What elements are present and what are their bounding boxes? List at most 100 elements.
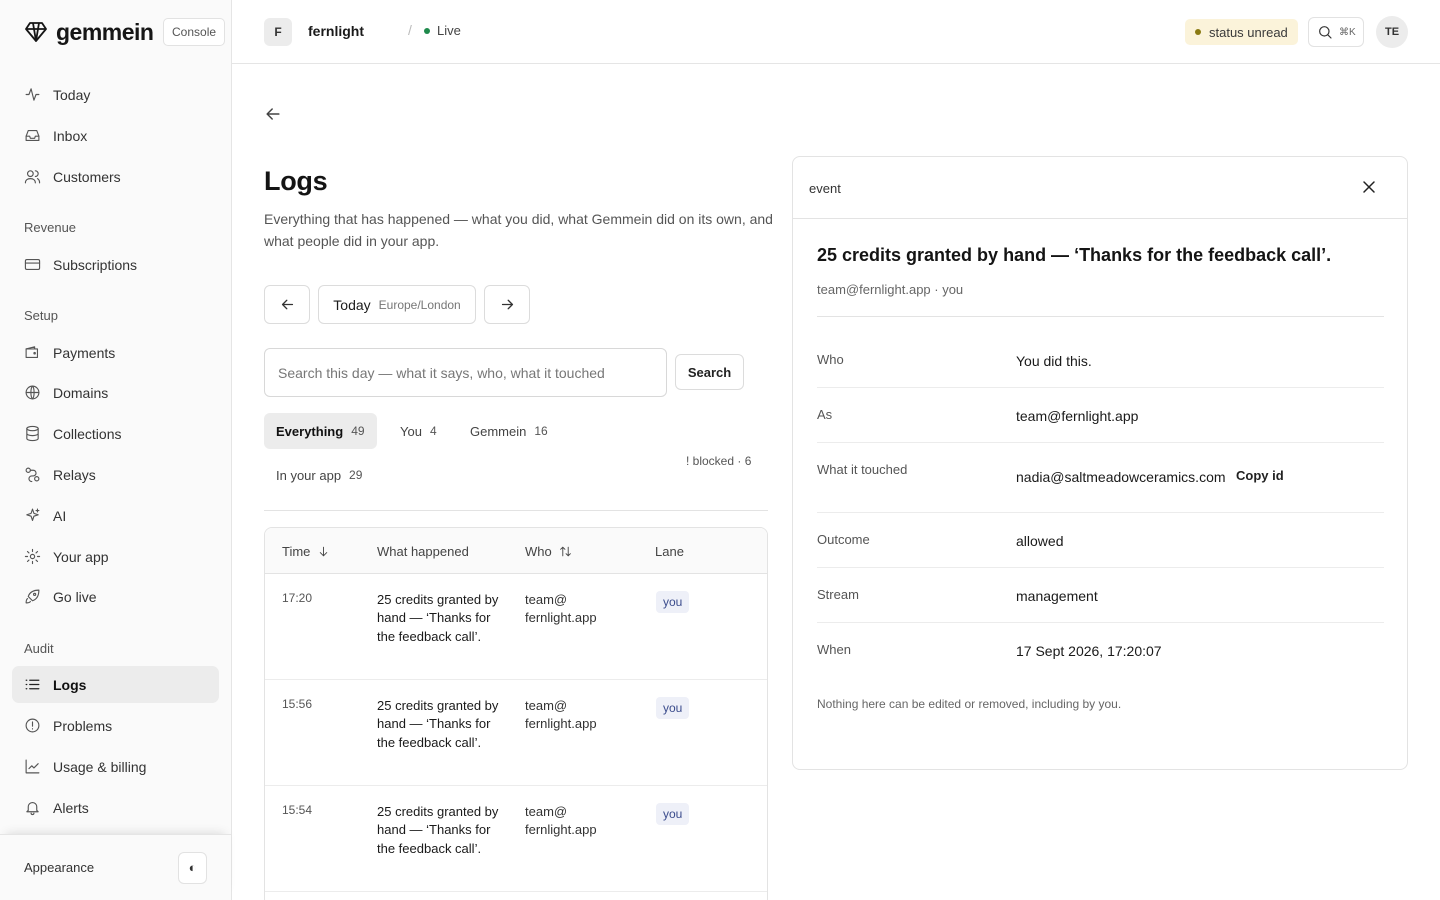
lane-badge: you: [656, 591, 690, 613]
field-value: 17 Sept 2026, 17:20:07: [1016, 643, 1162, 659]
filter-tab-in-your-app[interactable]: In your app 29: [264, 457, 374, 493]
sidebar-item-inbox[interactable]: Inbox: [12, 117, 219, 154]
sidebar-item-label: Domains: [53, 384, 109, 401]
arrow-left-icon: [281, 299, 293, 310]
gem-icon: [25, 22, 47, 42]
panel-header: event: [793, 157, 1407, 219]
column-header-time[interactable]: Time: [282, 544, 330, 559]
row-what: 25 credits granted by hand — ‘Thanks for…: [377, 592, 499, 644]
field-as: As team@fernlight.app: [817, 388, 1384, 443]
credit-card-icon: [24, 258, 41, 271]
sidebar-item-label: Your app: [53, 548, 109, 565]
field-value: management: [1016, 588, 1098, 604]
filter-tab-you[interactable]: You 4: [388, 413, 449, 449]
gear-icon: [24, 548, 41, 565]
row-time: 15:54: [282, 803, 313, 817]
arrow-right-icon: [501, 299, 513, 310]
field-key: When: [817, 642, 851, 657]
wallet-icon: [25, 346, 39, 359]
sidebar-item-today[interactable]: Today: [12, 76, 219, 113]
sparkles-icon: [26, 508, 40, 522]
console-button[interactable]: Console: [163, 18, 226, 46]
day-picker[interactable]: Today Europe/London: [318, 285, 476, 324]
row-time: 15:56: [282, 697, 313, 711]
field-stream: Stream management: [817, 568, 1384, 623]
section-title-setup: Setup: [24, 308, 58, 323]
inbox-icon: [25, 129, 40, 142]
page-description: Everything that has happened — what you …: [264, 211, 773, 249]
section-title-revenue: Revenue: [24, 220, 77, 235]
sidebar-item-logs[interactable]: Logs: [12, 666, 219, 703]
filter-count: 29: [349, 468, 363, 482]
sidebar-item-subscriptions[interactable]: Subscriptions: [12, 246, 219, 283]
divider: [817, 316, 1384, 317]
sidebar-item-label: Customers: [53, 168, 121, 185]
previous-day-button[interactable]: [264, 285, 310, 324]
field-value: team@fernlight.app: [1016, 408, 1139, 424]
copy-id-button[interactable]: Copy id: [1236, 468, 1284, 483]
project-avatar[interactable]: F: [264, 18, 292, 46]
sidebar-item-collections[interactable]: Collections: [12, 415, 219, 452]
user-avatar[interactable]: TE: [1376, 16, 1408, 48]
row-what: 25 credits granted by hand — ‘Thanks for…: [377, 804, 499, 856]
field-key: Who: [817, 352, 844, 367]
sidebar-item-problems[interactable]: Problems: [12, 707, 219, 744]
sidebar-item-label: Logs: [53, 676, 87, 693]
sidebar-item-payments[interactable]: Payments: [12, 334, 219, 371]
sidebar: gemmein Console Today Inbox Customers Re…: [0, 0, 232, 900]
sidebar-item-usage-billing[interactable]: Usage & billing: [12, 748, 219, 785]
back-button[interactable]: [263, 104, 283, 124]
sidebar-item-label: Today: [53, 86, 91, 103]
next-day-button[interactable]: [484, 285, 530, 324]
status-label: status unread: [1209, 24, 1288, 40]
immutability-note: Nothing here can be edited or removed, i…: [817, 697, 1122, 711]
filter-tab-everything[interactable]: Everything 49: [264, 413, 377, 449]
row-who: team@ fernlight.app: [525, 592, 597, 625]
sidebar-item-your-app[interactable]: Your app: [12, 538, 219, 575]
search-input[interactable]: [264, 348, 667, 397]
field-outcome: Outcome allowed: [817, 513, 1384, 568]
filter-tab-gemmein[interactable]: Gemmein 16: [458, 413, 560, 449]
close-button[interactable]: [1359, 177, 1379, 197]
table-row[interactable]: 15:56 25 credits granted by hand — ‘Than…: [265, 680, 767, 786]
sidebar-item-customers[interactable]: Customers: [12, 158, 219, 195]
activity-icon: [25, 88, 40, 101]
event-detail-panel: event 25 credits granted by hand — ‘Than…: [792, 156, 1408, 770]
sidebar-item-ai[interactable]: AI: [12, 497, 219, 534]
command-search-button[interactable]: ⌘K: [1308, 17, 1364, 47]
brand-name: gemmein: [56, 18, 154, 45]
divider: [264, 510, 768, 511]
search-button[interactable]: Search: [675, 354, 744, 390]
users-icon: [24, 170, 41, 184]
field-key: As: [817, 407, 833, 422]
table-header: Time What happened Who Lane: [265, 528, 767, 574]
lane-badge: you: [656, 697, 690, 719]
column-header-who[interactable]: Who: [525, 544, 572, 559]
field-key: What it touched: [817, 462, 908, 477]
topbar: F fernlight / Live status unread ⌘K TE: [232, 0, 1440, 64]
theme-toggle-button[interactable]: ◐: [178, 852, 207, 884]
close-icon: [1363, 181, 1375, 193]
sidebar-item-label: AI: [53, 507, 67, 524]
sidebar-item-domains[interactable]: Domains: [12, 374, 219, 411]
shortcut-hint: ⌘K: [1339, 26, 1356, 38]
field-value: allowed: [1016, 533, 1064, 549]
sidebar-item-alerts[interactable]: Alerts: [12, 789, 219, 826]
sidebar-item-go-live[interactable]: Go live: [12, 578, 219, 615]
appearance-label: Appearance: [24, 860, 95, 875]
brand-logo[interactable]: gemmein: [24, 18, 154, 46]
table-row[interactable]: 15:54 25 credits granted by hand — ‘Than…: [265, 786, 767, 892]
chart-icon: [25, 759, 40, 774]
blocked-filter-link[interactable]: ! blocked · 6: [686, 454, 751, 468]
lane-badge: you: [656, 803, 690, 825]
status-badge[interactable]: status unread: [1185, 19, 1298, 45]
project-switcher[interactable]: fernlight: [308, 23, 364, 39]
sidebar-item-relays[interactable]: Relays: [12, 456, 219, 493]
sidebar-item-label: Relays: [53, 466, 96, 483]
sort-icon: [559, 546, 571, 557]
timezone-label: Europe/London: [378, 297, 461, 312]
environment-indicator[interactable]: Live: [424, 23, 461, 38]
event-title: 25 credits granted by hand — ‘Thanks for…: [817, 245, 1332, 265]
column-header-what: What happened: [377, 544, 469, 559]
table-row[interactable]: 17:20 25 credits granted by hand — ‘Than…: [265, 574, 767, 680]
